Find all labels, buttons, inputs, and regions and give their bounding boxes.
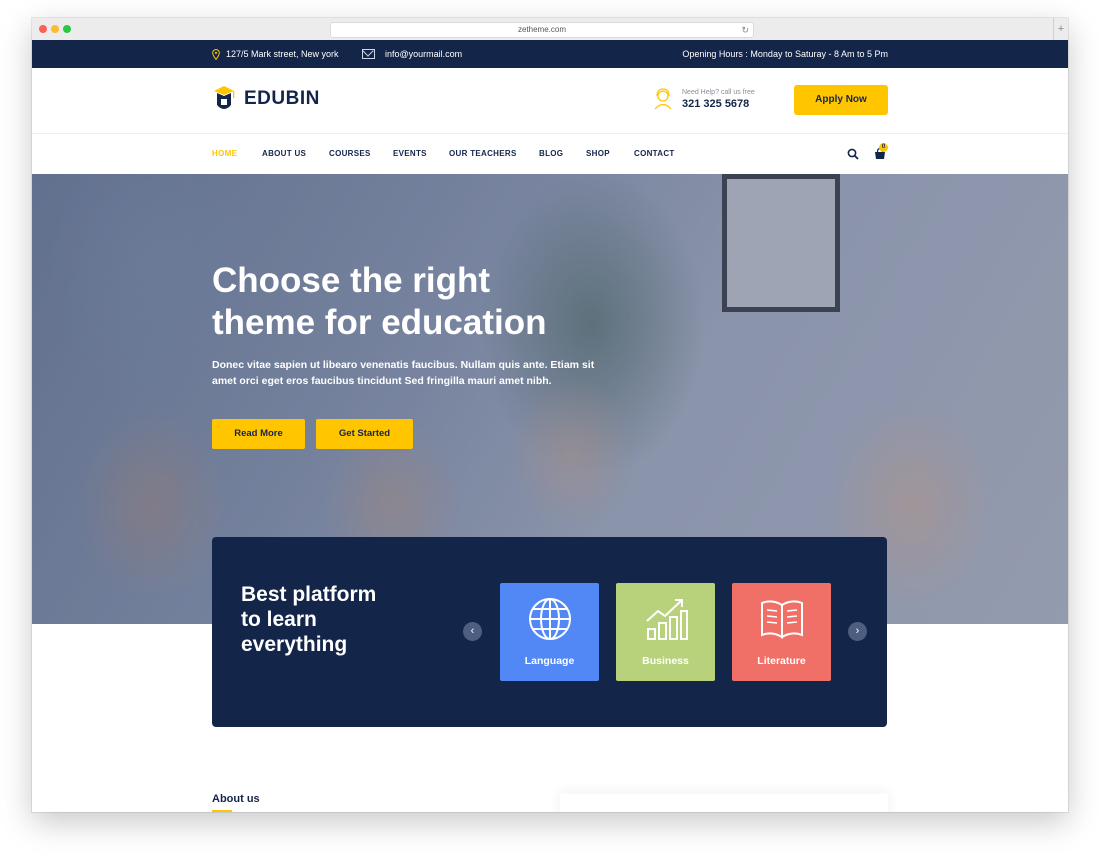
categories-title-line-1: Best platform [241, 583, 377, 606]
category-card-language[interactable]: Language [500, 583, 599, 681]
support-agent-icon [654, 88, 672, 110]
book-icon [761, 600, 803, 639]
nav-item-shop[interactable]: SHOP [586, 134, 610, 174]
category-label-business: Business [642, 655, 689, 667]
growth-chart-icon [646, 599, 688, 640]
site-logo[interactable]: EDUBIN [212, 85, 320, 113]
hero-title: Choose the right theme for education [212, 260, 632, 344]
opening-hours-text: Opening Hours : Monday to Saturay - 8 Am… [682, 49, 888, 59]
email-info[interactable]: info@yourmail.com [362, 40, 462, 68]
email-text[interactable]: info@yourmail.com [385, 41, 462, 67]
category-label-literature: Literature [757, 655, 806, 667]
minimize-window-button[interactable] [51, 25, 59, 33]
cart-count-badge: 0 [879, 143, 888, 152]
site-header: EDUBIN Need Help? call us free 321 325 5… [32, 68, 1068, 134]
help-contact: Need Help? call us free 321 325 5678 [652, 88, 755, 110]
url-text: zetheme.com [517, 25, 567, 34]
graduation-cap-logo-icon [214, 86, 235, 109]
carousel-next-button[interactable]: › [848, 622, 867, 641]
opening-hours: Opening Hours : Monday to Saturay - 8 Am… [682, 40, 888, 68]
location-pin-icon [212, 48, 220, 60]
apply-now-button[interactable]: Apply Now [794, 85, 888, 115]
category-label-language: Language [524, 655, 575, 667]
maximize-window-button[interactable] [63, 25, 71, 33]
top-info-bar: 127/5 Mark street, New york info@yourmai… [32, 40, 1068, 68]
address-text: 127/5 Mark street, New york [226, 49, 339, 59]
browser-toolbar: zetheme.com ↻ + [32, 18, 1068, 41]
get-started-button[interactable]: Get Started [316, 419, 413, 449]
help-phone[interactable]: 321 325 5678 [682, 98, 755, 110]
hero-title-line-1: Choose the right [212, 261, 491, 300]
nav-item-events[interactable]: EVENTS [393, 134, 427, 174]
logo-text: EDUBIN [244, 88, 320, 109]
hero-description: Donec vitae sapien ut libearo venenatis … [212, 359, 595, 387]
address-info: 127/5 Mark street, New york [212, 40, 339, 68]
address-bar[interactable]: zetheme.com ↻ [330, 22, 754, 38]
nav-item-blog[interactable]: BLOG [539, 134, 563, 174]
category-card-literature[interactable]: Literature [732, 583, 831, 681]
new-tab-button[interactable]: + [1053, 18, 1068, 40]
about-image-card [560, 794, 888, 812]
globe-icon [529, 598, 571, 640]
browser-window: zetheme.com ↻ + 127/5 Mark street, New y… [32, 18, 1068, 812]
nav-item-courses[interactable]: COURSES [329, 134, 371, 174]
main-navigation: HOME ABOUT US COURSES EVENTS OUR TEACHER… [32, 134, 1068, 174]
nav-item-about-us[interactable]: ABOUT US [262, 134, 306, 174]
nav-item-contact[interactable]: CONTACT [634, 134, 675, 174]
nav-item-home[interactable]: HOME [212, 134, 237, 174]
about-underline [212, 810, 232, 812]
search-icon[interactable] [847, 148, 859, 160]
reload-icon[interactable]: ↻ [741, 23, 749, 37]
close-window-button[interactable] [39, 25, 47, 33]
about-section-label: About us [212, 793, 260, 805]
categories-title-line-3: everything [241, 633, 348, 656]
envelope-icon [362, 49, 375, 59]
categories-panel: Best platform to learn everything ‹ Lang… [212, 537, 887, 727]
nav-item-our-teachers[interactable]: OUR TEACHERS [449, 134, 517, 174]
carousel-prev-button[interactable]: ‹ [463, 622, 482, 641]
category-card-business[interactable]: Business [616, 583, 715, 681]
categories-title-line-2: to learn [241, 608, 317, 631]
hero-title-line-2: theme for education [212, 303, 547, 342]
help-label: Need Help? call us free [682, 88, 755, 96]
categories-title: Best platform to learn everything [241, 582, 431, 657]
read-more-button[interactable]: Read More [212, 419, 305, 449]
